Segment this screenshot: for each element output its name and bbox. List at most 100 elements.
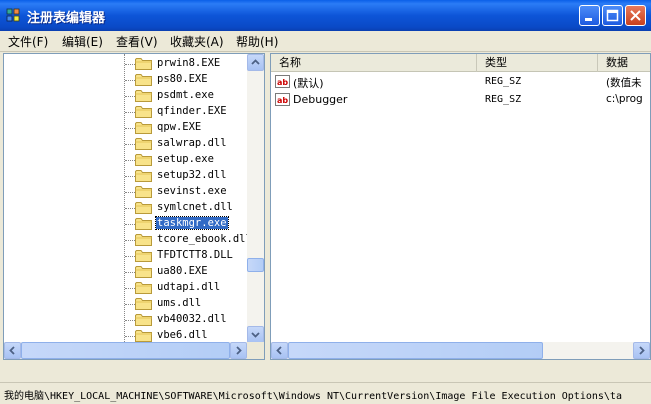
tree-item-label: ua80.EXE [157, 265, 208, 277]
folder-icon [135, 201, 152, 214]
scroll-up-button[interactable] [247, 54, 264, 71]
tree-item[interactable]: symlcnet.dll [4, 200, 244, 216]
menu-file[interactable]: 文件(F) [8, 33, 48, 50]
tree-item-label: TFDTCTT8.DLL [157, 249, 233, 261]
tree-item-label: tcore_ebook.dll [157, 233, 252, 245]
tree-item-label: ps80.EXE [157, 73, 208, 85]
tree-item[interactable]: TFDTCTT8.DLL [4, 248, 244, 264]
tree-connector [125, 320, 135, 321]
tree-item[interactable]: salwrap.dll [4, 136, 244, 152]
value-type: REG_SZ [485, 76, 522, 87]
folder-icon [135, 105, 152, 118]
tree-connector [125, 192, 135, 193]
scroll-down-button[interactable] [247, 326, 264, 343]
svg-text:ab: ab [277, 78, 288, 87]
tree-item-label: psdmt.exe [157, 89, 214, 101]
arrow-left-icon [9, 346, 15, 355]
folder-icon [135, 217, 152, 230]
folder-icon [135, 121, 152, 134]
string-value-icon: ab [275, 75, 290, 88]
column-header-name[interactable]: 名称 [271, 54, 477, 72]
tree-connector [125, 224, 135, 225]
tree-connector [125, 336, 135, 337]
folder-icon [135, 153, 152, 166]
column-header-type[interactable]: 类型 [477, 54, 598, 72]
tree-item-label: udtapi.dll [157, 281, 221, 293]
string-value-icon: ab [275, 93, 290, 106]
maximize-button[interactable] [602, 5, 623, 26]
tree-item[interactable]: taskmgr.exe [4, 216, 244, 232]
tree-item-label: symlcnet.dll [157, 201, 233, 213]
value-row[interactable]: ab Debugger REG_SZ c:\prog [271, 91, 650, 109]
key-tree-pane[interactable]: prwin8.EXE ps80.EXE psdmt.exe qfinder.EXE qp… [3, 53, 265, 360]
folder-icon [135, 73, 152, 86]
tree-item[interactable]: qpw.EXE [4, 120, 244, 136]
title-bar[interactable]: 注册表编辑器 [0, 0, 651, 31]
tree-item[interactable]: psdmt.exe [4, 88, 244, 104]
tree-connector [125, 160, 135, 161]
folder-icon [135, 313, 152, 326]
tree-item[interactable]: ums.dll [4, 296, 244, 312]
tree-vertical-scrollbar[interactable] [247, 54, 264, 343]
folder-icon [135, 57, 152, 70]
tree-item[interactable]: sevinst.exe [4, 184, 244, 200]
folder-icon [135, 249, 152, 262]
tree-connector [125, 256, 135, 257]
folder-icon [135, 297, 152, 310]
folder-icon [135, 137, 152, 150]
menu-favorites[interactable]: 收藏夹(A) [170, 33, 224, 50]
tree-item[interactable]: setup32.dll [4, 168, 244, 184]
arrow-down-icon [251, 332, 260, 338]
scroll-right-button[interactable] [230, 342, 247, 359]
tree-item-label: sevinst.exe [157, 185, 227, 197]
scroll-left-button[interactable] [271, 342, 288, 359]
tree-item-label: ums.dll [157, 297, 202, 309]
values-pane[interactable]: 名称 类型 数据 ab (默认) REG_SZ (数值未 ab Debugger… [270, 53, 651, 360]
tree-item-label: vb40032.dll [157, 313, 227, 325]
arrow-up-icon [251, 59, 260, 65]
tree-connector [125, 304, 135, 305]
values-horizontal-scroll-thumb[interactable] [288, 342, 543, 359]
tree-connector [125, 80, 135, 81]
column-header-bar: 名称 类型 数据 [271, 54, 650, 72]
value-row[interactable]: ab (默认) REG_SZ (数值未 [271, 73, 650, 91]
tree-item-label: vbe6.dll [157, 329, 208, 341]
menu-help[interactable]: 帮助(H) [236, 33, 278, 50]
tree-item-label: qfinder.EXE [157, 105, 227, 117]
tree-item[interactable]: setup.exe [4, 152, 244, 168]
tree-connector [125, 96, 135, 97]
tree-connector [125, 272, 135, 273]
tree-connector [125, 208, 135, 209]
menu-view[interactable]: 查看(V) [116, 33, 158, 50]
tree-horizontal-scrollbar[interactable] [4, 342, 247, 359]
folder-icon [135, 169, 152, 182]
arrow-right-icon [639, 346, 645, 355]
tree-vertical-scroll-thumb[interactable] [247, 258, 264, 272]
tree-connector [125, 240, 135, 241]
tree-item-label: qpw.EXE [157, 121, 202, 133]
close-button[interactable] [625, 5, 646, 26]
tree-item[interactable]: udtapi.dll [4, 280, 244, 296]
tree-item[interactable]: ps80.EXE [4, 72, 244, 88]
tree-horizontal-scroll-thumb[interactable] [21, 342, 230, 359]
menu-edit[interactable]: 编辑(E) [62, 33, 103, 50]
minimize-button[interactable] [579, 5, 600, 26]
folder-icon [135, 185, 152, 198]
tree-item[interactable]: prwin8.EXE [4, 56, 244, 72]
value-type: REG_SZ [485, 94, 522, 105]
scroll-right-button[interactable] [633, 342, 650, 359]
tree-connector [125, 64, 135, 65]
status-bar: 我的电脑\HKEY_LOCAL_MACHINE\SOFTWARE\Microso… [0, 382, 651, 404]
tree-item[interactable]: qfinder.EXE [4, 104, 244, 120]
tree-item[interactable]: tcore_ebook.dll [4, 232, 252, 248]
values-horizontal-scrollbar[interactable] [271, 342, 650, 359]
svg-text:ab: ab [277, 96, 288, 105]
tree-item[interactable]: vb40032.dll [4, 312, 244, 328]
scroll-left-button[interactable] [4, 342, 21, 359]
value-data: c:\prog [606, 93, 643, 105]
tree-item[interactable]: ua80.EXE [4, 264, 244, 280]
column-header-data[interactable]: 数据 [598, 54, 650, 72]
registry-editor-window: 注册表编辑器 文件(F) 编辑(E) 查看(V) 收藏夹(A) 帮助(H) pr… [0, 0, 651, 404]
tree-connector [125, 112, 135, 113]
tree-connector [125, 128, 135, 129]
